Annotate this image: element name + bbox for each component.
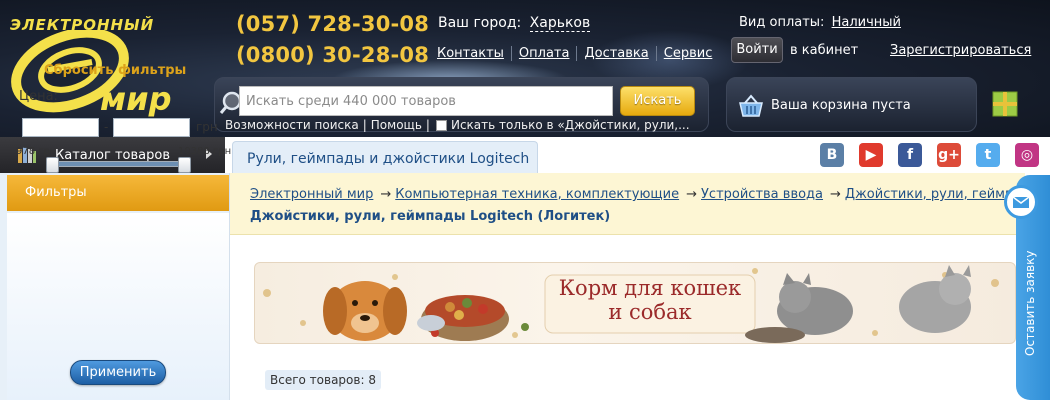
price-range-dash: -: [104, 120, 109, 134]
top-navigation: Контакты Оплата Доставка Сервис: [437, 46, 719, 61]
login-suffix-text: в кабинет: [790, 43, 859, 58]
nav-payment-link[interactable]: Оплата: [512, 46, 578, 61]
basket-icon: [739, 94, 763, 117]
separator: |: [425, 118, 430, 132]
phone-secondary[interactable]: (0800) 30-28-08: [236, 43, 429, 67]
search-button[interactable]: Искать: [620, 86, 695, 116]
breadcrumb: Электронный мир → Компьютерная техника, …: [250, 187, 1050, 202]
city-value-link[interactable]: Харьков: [529, 15, 591, 32]
search-panel: Искать Возможности поиска | Помощь | Иск…: [214, 77, 709, 132]
payment-type: Вид оплаты: Наличный: [739, 15, 901, 30]
login-button[interactable]: Войти: [731, 37, 783, 63]
breadcrumb-item[interactable]: Компьютерная техника, комплектующие: [395, 187, 679, 202]
cart-status-label: Ваша корзина пуста: [771, 98, 911, 113]
banner-title: Корм для кошек и собак: [558, 276, 742, 324]
register-link[interactable]: Зарегистрироваться: [890, 43, 1031, 58]
price-slider-min-handle[interactable]: [46, 157, 59, 173]
category-tab[interactable]: Рули, геймпады и джойстики Logitech: [232, 141, 538, 175]
search-in-category-label: Искать только в «Джойстики, рули,...: [450, 118, 690, 132]
price-slider-range: [53, 162, 187, 166]
breadcrumb-item[interactable]: Электронный мир: [250, 187, 373, 202]
feedback-label: Оставить заявку: [1023, 250, 1037, 356]
twitter-icon[interactable]: t: [976, 143, 1000, 167]
instagram-icon[interactable]: ◎: [1015, 143, 1039, 167]
cats-image: [745, 265, 971, 343]
payment-label: Вид оплаты:: [739, 15, 825, 30]
price-min-label: 978 грн: [16, 146, 57, 157]
vk-icon[interactable]: В: [820, 143, 844, 167]
breadcrumb-item[interactable]: Устройства ввода: [701, 187, 823, 202]
dog-image: [323, 281, 407, 341]
city-selector: Ваш город: Харьков: [438, 15, 591, 32]
price-currency: грн: [196, 120, 218, 134]
payment-value-link[interactable]: Наличный: [832, 15, 901, 30]
page-title: Джойстики, рули, геймпады Logitech (Логи…: [250, 209, 611, 224]
breadcrumb-area: Электронный мир → Компьютерная техника, …: [230, 173, 1050, 235]
google-plus-icon[interactable]: g+: [937, 143, 961, 167]
gift-icon[interactable]: [992, 91, 1018, 117]
facebook-icon[interactable]: f: [898, 143, 922, 167]
price-label: Цена:: [19, 89, 58, 104]
reset-filters-link[interactable]: Сбросить фильтры: [44, 63, 186, 78]
price-slider-track[interactable]: [52, 161, 188, 167]
advanced-search-link[interactable]: Возможности поиска: [225, 118, 359, 132]
price-slider-max-handle[interactable]: [178, 157, 191, 173]
search-in-category-checkbox[interactable]: [435, 119, 447, 131]
search-options: Возможности поиска | Помощь | Искать тол…: [225, 118, 690, 132]
search-input[interactable]: [239, 86, 613, 116]
promo-banner[interactable]: Корм для кошек и собак: [254, 262, 1016, 344]
nav-contacts-link[interactable]: Контакты: [437, 46, 512, 61]
nav-service-link[interactable]: Сервис: [657, 46, 720, 61]
phone-primary[interactable]: (057) 728-30-08: [236, 12, 429, 36]
nav-delivery-link[interactable]: Доставка: [577, 46, 657, 61]
youtube-icon[interactable]: ▶: [859, 143, 883, 167]
price-to-input[interactable]: [113, 118, 190, 137]
breadcrumb-arrow-icon: →: [830, 187, 841, 202]
social-links: В ▶ f g+ t ◎: [820, 143, 1039, 167]
apply-filters-button[interactable]: Применить: [70, 360, 166, 385]
price-max-label: 10388 грн: [178, 146, 232, 157]
filters-header: Фильтры: [7, 175, 229, 211]
search-help-link[interactable]: Помощь: [371, 118, 422, 132]
breadcrumb-arrow-icon: →: [380, 187, 392, 202]
separator: |: [362, 118, 367, 132]
logo-bottom-text: мир: [100, 80, 171, 118]
price-from-input[interactable]: [22, 118, 99, 137]
envelope-icon[interactable]: [1004, 185, 1038, 219]
cart-panel[interactable]: Ваша корзина пуста: [726, 77, 977, 132]
city-label: Ваш город:: [438, 15, 522, 31]
breadcrumb-arrow-icon: →: [686, 187, 697, 202]
products-total-badge: Всего товаров: 8: [265, 370, 381, 390]
